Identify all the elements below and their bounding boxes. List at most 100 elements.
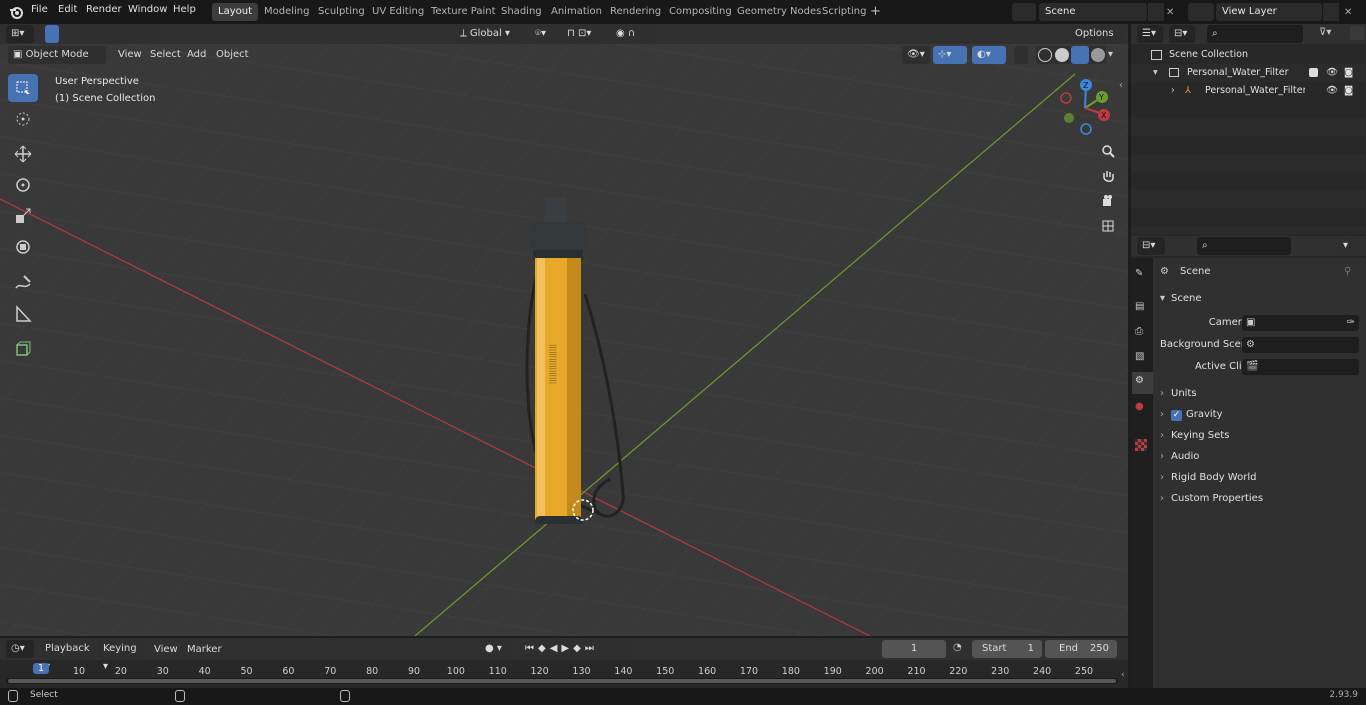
timeline-editor-type-icon[interactable]: ◷▾ (6, 640, 34, 658)
gizmo-toggle-icon[interactable]: ⊹▾ (933, 46, 967, 64)
camera-field[interactable]: ▣ ✑ (1242, 315, 1359, 331)
tab-scripting[interactable]: Scripting (816, 3, 872, 21)
new-view-layer-icon[interactable] (1323, 3, 1339, 21)
object-visibility-eye-icon[interactable]: 👁 (1326, 82, 1338, 100)
material-shading-icon[interactable] (1071, 46, 1089, 64)
tab-layout[interactable]: Layout (212, 3, 258, 21)
outliner-editor-type-icon[interactable]: ☰▾ (1137, 25, 1163, 43)
play-reverse-icon[interactable]: ◀ (550, 643, 562, 654)
shading-options-icon[interactable]: ▾ (1108, 49, 1113, 60)
menu-help[interactable]: Help (173, 4, 196, 15)
scale-tool[interactable] (8, 202, 38, 230)
playback-controls[interactable]: ⏮◆◀▶◆⏭ (521, 640, 629, 658)
background-scene-field[interactable]: ⚙ (1242, 337, 1359, 353)
end-frame-field[interactable]: End 250 (1045, 640, 1117, 658)
active-clip-field[interactable]: 🎬 (1242, 359, 1359, 375)
tool-tab-icon[interactable]: ✎ (1135, 268, 1143, 279)
timeline-marker-menu[interactable]: Marker (187, 644, 222, 655)
camera-view-icon[interactable] (1097, 190, 1119, 212)
texture-tab-icon[interactable] (1135, 439, 1147, 451)
pan-hand-icon[interactable] (1097, 165, 1119, 187)
menu-file[interactable]: File (31, 4, 48, 15)
delete-scene-icon[interactable]: ✕ (1166, 7, 1174, 18)
scene-browse-icon[interactable] (1012, 3, 1036, 21)
tab-geometry-nodes[interactable]: Geometry Nodes (731, 3, 827, 21)
timeline-scrollbar-thumb[interactable] (8, 679, 1116, 683)
properties-options-icon[interactable]: ▾ (1339, 237, 1357, 255)
tab-rendering[interactable]: Rendering (604, 3, 667, 21)
outliner-row-collection[interactable]: ▾ Personal_Water_Filter 👁 ◙ (1131, 64, 1366, 82)
timeline-scrollbar[interactable] (6, 678, 1118, 684)
blender-logo-icon[interactable] (8, 4, 24, 20)
expand-arrow-icon[interactable]: › (1171, 82, 1175, 100)
object-mode-dropdown[interactable]: ▣ Object Mode (8, 46, 106, 64)
outliner-search-input[interactable]: ⌕ (1207, 25, 1303, 43)
shading-modes[interactable] (1036, 46, 1106, 64)
tab-modeling[interactable]: Modeling (258, 3, 316, 21)
timeline-view-menu[interactable]: View (154, 644, 178, 655)
render-camera-icon[interactable]: ◙ (1344, 64, 1353, 82)
tab-texture-paint[interactable]: Texture Paint (425, 3, 502, 21)
navigation-gizmo[interactable]: Y X Z (1055, 76, 1115, 136)
overlay-toggle-icon[interactable]: ◐▾ (972, 46, 1006, 64)
xray-icon[interactable] (1014, 46, 1028, 64)
wireframe-shading-icon[interactable] (1038, 48, 1052, 62)
proportional-edit-icon[interactable]: ◉ ∩ (611, 25, 657, 43)
current-frame-indicator[interactable]: 1 (32, 663, 50, 674)
gravity-panel-header[interactable]: › ✓ Gravity (1156, 405, 1366, 425)
prev-keyframe-icon[interactable]: ◆ (538, 643, 550, 654)
menu-add[interactable]: Add (187, 49, 206, 60)
delete-view-layer-icon[interactable]: ✕ (1344, 7, 1352, 18)
snap-icon[interactable]: ⊓ ⊡▾ (562, 25, 606, 43)
menu-object[interactable]: Object (216, 49, 249, 60)
menu-select[interactable]: Select (150, 49, 181, 60)
3d-viewport[interactable]: ||||||||||||||||| User Perspective (1) S… (0, 24, 1128, 636)
ortho-grid-icon[interactable] (1097, 215, 1119, 237)
transform-tool[interactable] (8, 233, 38, 261)
add-workspace-icon[interactable]: + (870, 4, 881, 19)
properties-editor-type-icon[interactable]: ⊟▾ (1137, 237, 1165, 255)
options-dropdown[interactable]: Options ▾ (1070, 25, 1124, 57)
measure-tool[interactable] (8, 300, 38, 328)
keying-sets-panel-header[interactable]: › Keying Sets (1156, 426, 1366, 446)
scene-name-field[interactable]: Scene (1039, 3, 1147, 21)
outliner-row-object[interactable]: › ⅄ Personal_Water_Filter_0C 👁 ◙ (1131, 82, 1366, 100)
jump-end-icon[interactable]: ⏭ (585, 643, 598, 654)
editor-type-icon[interactable]: ⊞▾ (6, 25, 34, 43)
menu-window[interactable]: Window (128, 4, 167, 15)
view-layer-browse-icon[interactable] (1188, 3, 1214, 21)
playback-dropdown[interactable]: Playback ▾ (40, 640, 96, 672)
timeline-region-toggle-icon[interactable]: ‹ (1121, 670, 1125, 680)
add-cube-tool[interactable] (8, 335, 38, 363)
world-tab-icon[interactable]: ● (1135, 401, 1144, 412)
visibility-eye-icon[interactable]: 👁 (1326, 64, 1338, 82)
transform-orientation-dropdown[interactable]: ⟂ Global ▾ (455, 25, 525, 43)
keying-dropdown[interactable]: Keying ▾ (98, 640, 146, 672)
eyedropper-icon[interactable]: ✑ (1347, 313, 1355, 333)
units-panel-header[interactable]: › Units (1156, 384, 1366, 404)
jump-start-icon[interactable]: ⏮ (525, 643, 538, 654)
start-frame-field[interactable]: Start 1 (972, 640, 1042, 658)
tab-animation[interactable]: Animation (545, 3, 608, 21)
new-scene-icon[interactable] (1148, 3, 1164, 21)
outliner-row-scene-collection[interactable]: Scene Collection (1131, 46, 1366, 64)
tab-sculpting[interactable]: Sculpting (312, 3, 371, 21)
sidebar-toggle-icon[interactable]: ‹ (1119, 80, 1123, 91)
auto-keying-icon[interactable]: ● ▾ (480, 640, 514, 658)
select-mode-icon[interactable] (45, 25, 59, 43)
display-mode-icon[interactable]: ⊟▾ (1169, 25, 1195, 43)
select-mode-toggles[interactable] (78, 25, 160, 43)
next-keyframe-icon[interactable]: ◆ (573, 643, 585, 654)
new-collection-icon[interactable] (1350, 26, 1364, 40)
move-tool[interactable] (8, 140, 38, 168)
current-frame-field[interactable]: 1 (882, 640, 946, 658)
annotate-tool[interactable] (8, 269, 38, 297)
tab-uv-editing[interactable]: UV Editing (366, 3, 430, 21)
tab-shading[interactable]: Shading (495, 3, 548, 21)
filter-icon[interactable]: ⊽▾ (1319, 27, 1331, 38)
view-layer-tab-icon[interactable]: ▧ (1135, 351, 1144, 362)
select-box-tool[interactable] (8, 74, 38, 102)
pivot-point-icon[interactable]: ⌾▾ (530, 25, 560, 43)
custom-properties-panel-header[interactable]: › Custom Properties (1156, 489, 1366, 509)
gravity-checkbox[interactable]: ✓ (1171, 410, 1182, 421)
